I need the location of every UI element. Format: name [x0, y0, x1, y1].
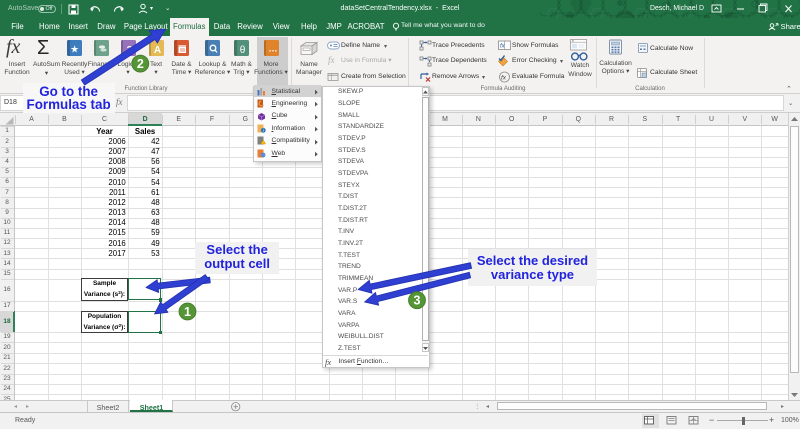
svg-text:3: 3	[414, 294, 421, 308]
svg-text:1: 1	[184, 305, 191, 319]
svg-text:2: 2	[137, 57, 144, 71]
